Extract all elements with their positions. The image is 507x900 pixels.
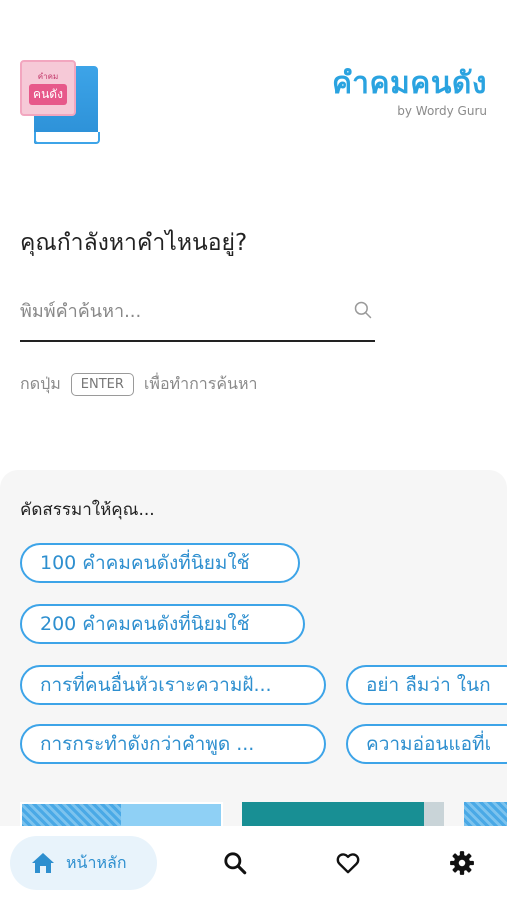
suggestions-panel: คัดสรรมาให้คุณ... 100 คำคมคนดังที่นิยมใช…	[0, 470, 507, 832]
search-icon[interactable]	[353, 300, 373, 320]
search-input[interactable]	[20, 294, 340, 328]
logo-book-pages	[34, 132, 100, 144]
app-logo: คำคม คนดัง	[20, 60, 100, 146]
search-field	[20, 294, 375, 342]
suggestion-chip[interactable]: การกระทำดังกว่าคำพูด ...	[20, 724, 326, 764]
suggestion-chip[interactable]: การที่คนอื่นหัวเราะความฝั...	[20, 665, 326, 705]
suggestion-chip[interactable]: ความอ่อนแอที่เ	[346, 724, 507, 764]
nav-home-button[interactable]: หน้าหลัก	[10, 836, 157, 890]
enter-key-badge: ENTER	[70, 373, 134, 396]
search-question: คุณกำลังหาคำไหนอยู่?	[20, 230, 248, 256]
logo-text-bottom: คนดัง	[29, 83, 67, 105]
logo-label: คำคม คนดัง	[20, 60, 76, 116]
logo-text-top: คำคม	[37, 71, 59, 81]
app-title: คำคมคนดัง	[332, 66, 487, 101]
hint-suffix: เพื่อทำการค้นหา	[143, 374, 258, 393]
heart-icon[interactable]	[335, 850, 361, 876]
suggestion-chip[interactable]: อย่า ลืมว่า ในก	[346, 665, 507, 705]
app-subtitle: by Wordy Guru	[397, 104, 487, 118]
bottom-nav: หน้าหลัก	[0, 826, 507, 900]
suggestions-title: คัดสรรมาให้คุณ...	[20, 500, 155, 520]
suggestion-chip[interactable]: 200 คำคมคนดังที่นิยมใช้	[20, 604, 305, 644]
hint-prefix: กดปุ่ม	[20, 374, 61, 393]
search-icon[interactable]	[222, 850, 248, 876]
suggestion-chip[interactable]: 100 คำคมคนดังที่นิยมใช้	[20, 543, 300, 583]
home-icon	[32, 853, 54, 873]
search-hint: กดปุ่ม ENTER เพื่อทำการค้นหา	[20, 372, 258, 397]
nav-home-label: หน้าหลัก	[66, 852, 127, 872]
gear-icon[interactable]	[449, 850, 475, 876]
